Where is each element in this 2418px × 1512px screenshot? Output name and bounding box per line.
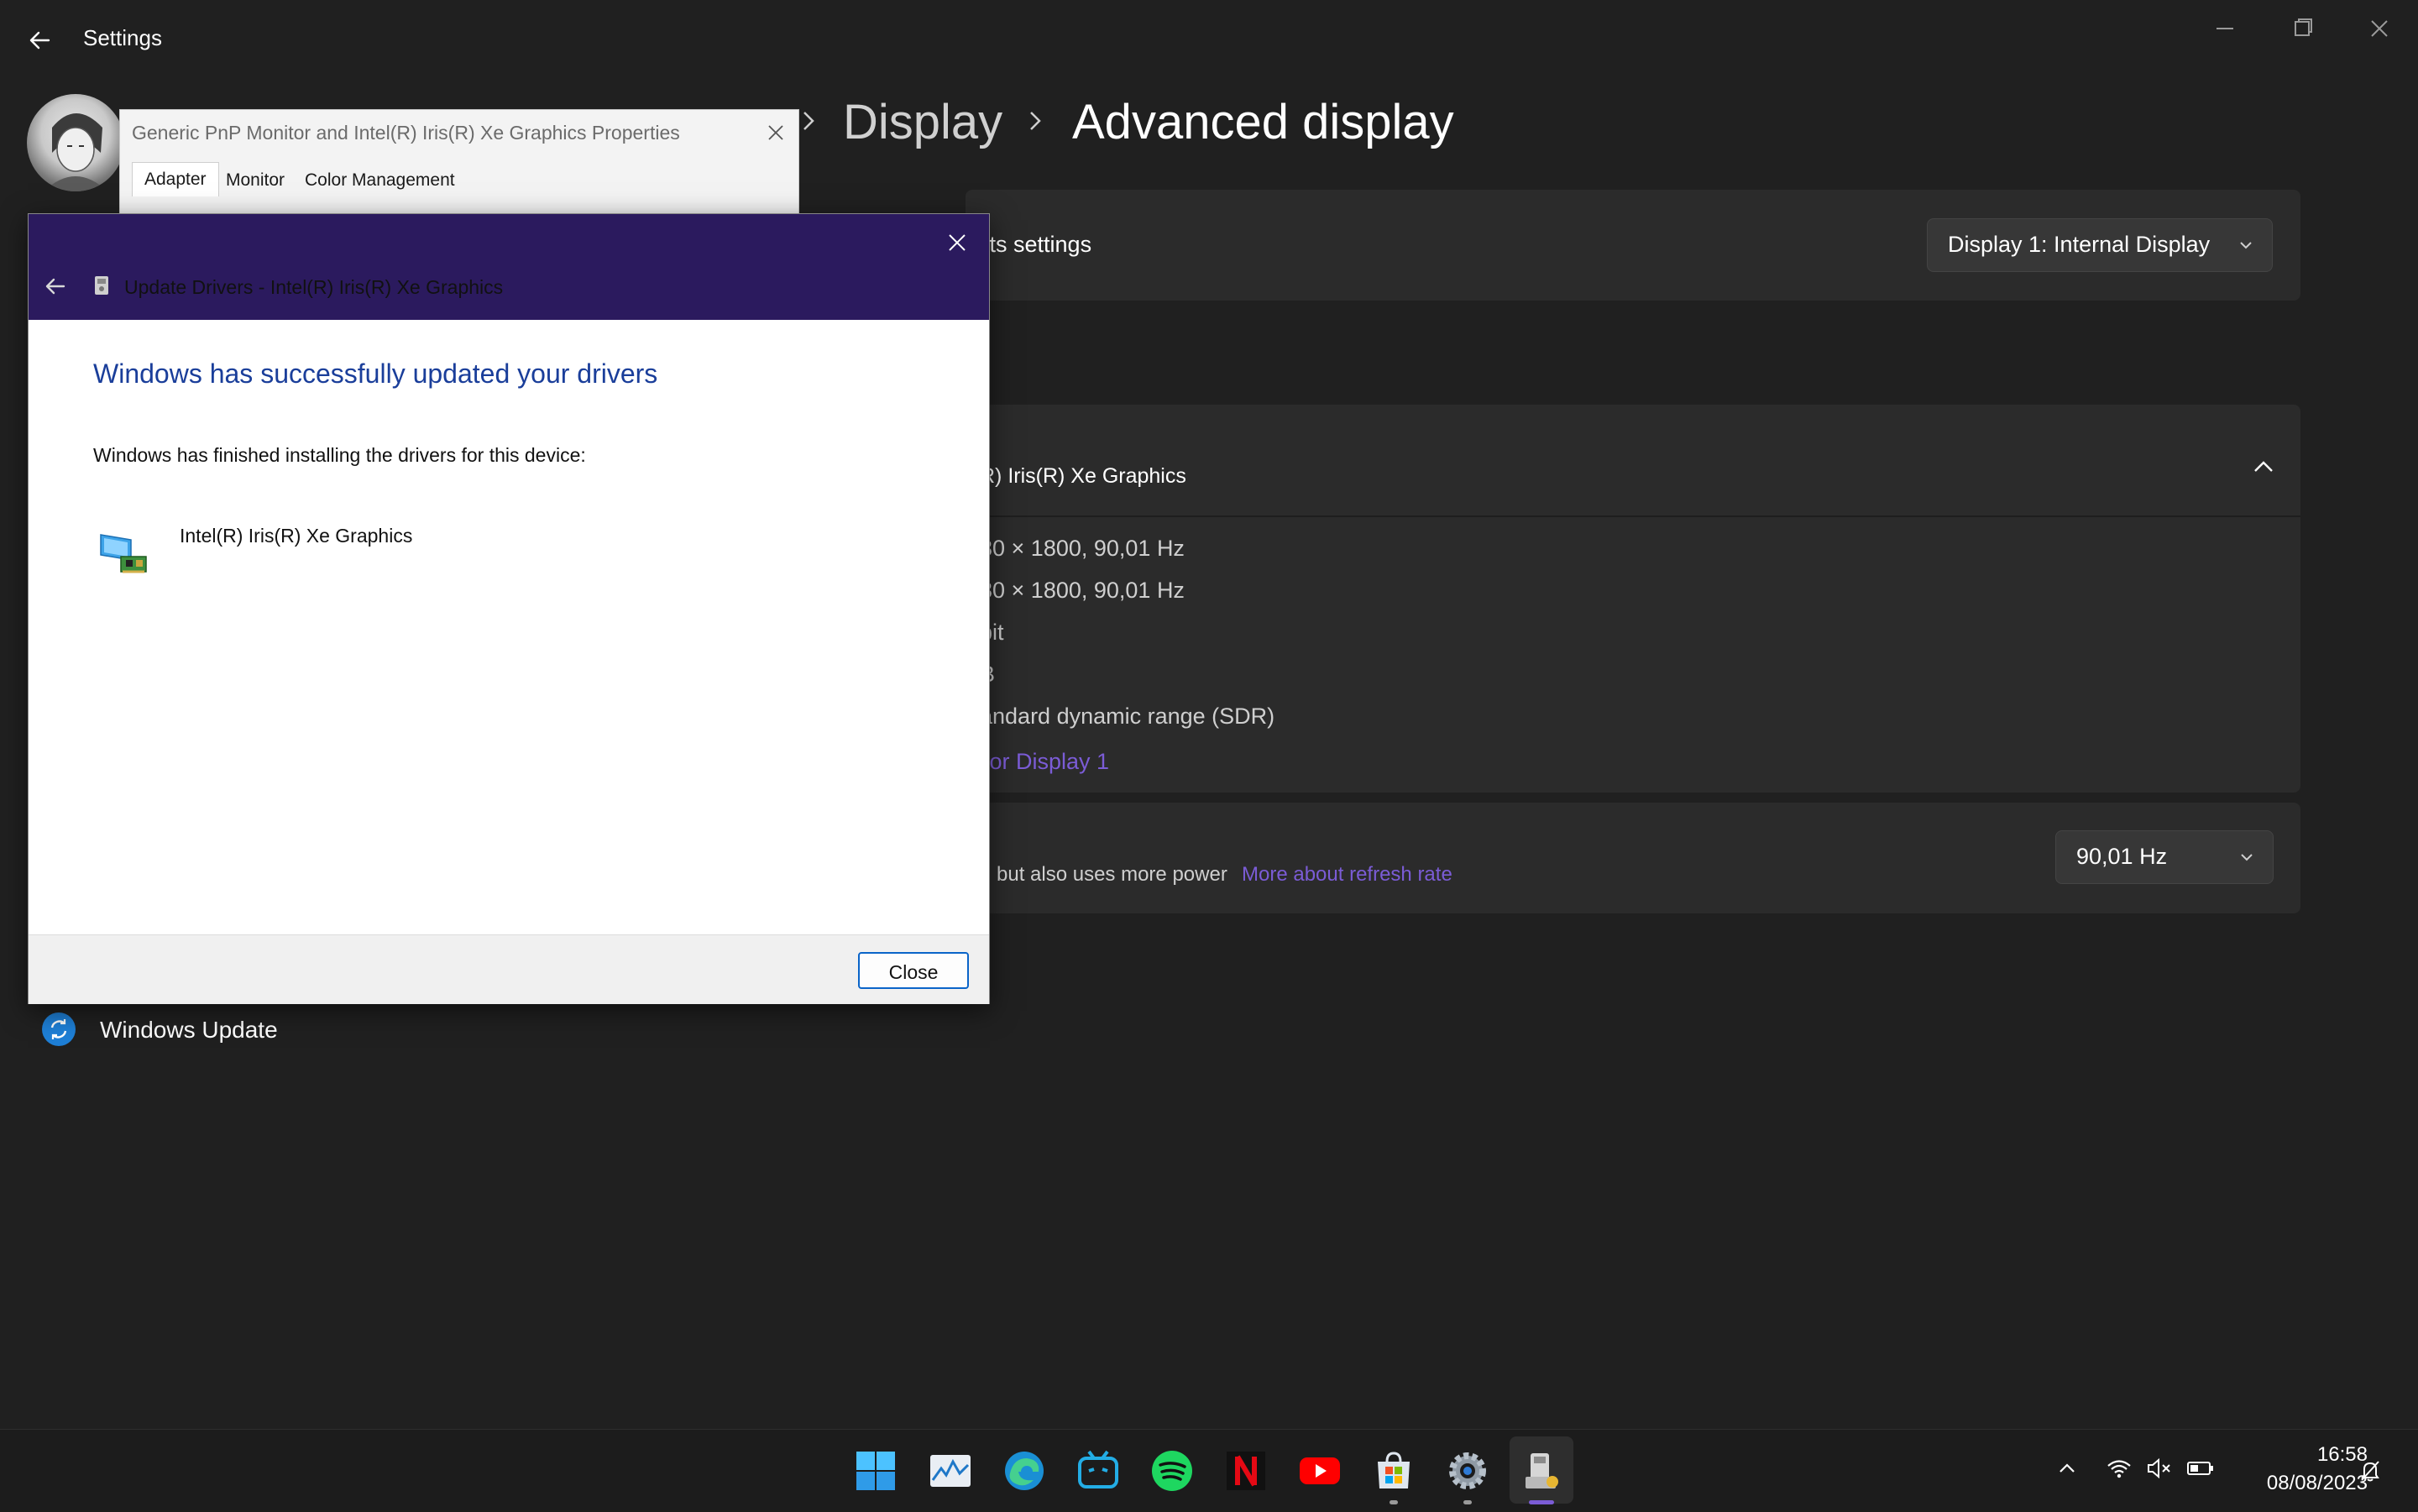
dialog-title: Update Drivers - Intel(R) Iris(R) Xe Gra… bbox=[124, 276, 504, 298]
divider bbox=[966, 515, 2300, 517]
close-icon[interactable] bbox=[939, 224, 976, 261]
display-adapter-icon bbox=[97, 525, 151, 578]
refresh-rate-description: but also uses more power bbox=[997, 863, 1227, 886]
breadcrumb-chevron-icon bbox=[1026, 104, 1046, 138]
refresh-rate-dropdown[interactable]: 90,01 Hz bbox=[2055, 830, 2274, 884]
color-space-value: andard dynamic range (SDR) bbox=[980, 704, 1275, 729]
bilibili-icon[interactable] bbox=[1076, 1448, 1121, 1494]
dialog-footer: Close bbox=[29, 934, 989, 1004]
spotify-icon[interactable] bbox=[1149, 1448, 1195, 1494]
taskbar: 16:58 08/08/2023 bbox=[0, 1429, 2418, 1512]
back-arrow-icon[interactable] bbox=[39, 269, 72, 303]
back-arrow-icon[interactable] bbox=[24, 24, 57, 57]
tab-monitor[interactable]: Monitor bbox=[226, 170, 285, 191]
clock-time[interactable]: 16:58 bbox=[2275, 1443, 2368, 1467]
volume-muted-icon[interactable] bbox=[2146, 1457, 2173, 1480]
restore-button[interactable] bbox=[2277, 12, 2327, 45]
running-indicator bbox=[1463, 1500, 1472, 1504]
display-select-dropdown[interactable]: Display 1: Internal Display bbox=[1927, 218, 2273, 272]
more-about-refresh-rate-link[interactable]: More about refresh rate bbox=[1242, 863, 1452, 887]
user-avatar bbox=[27, 94, 124, 191]
tab-color-management[interactable]: Color Management bbox=[305, 170, 455, 191]
chevron-down-icon bbox=[2239, 850, 2254, 865]
display-information-header[interactable] bbox=[966, 405, 2300, 515]
active-signal-mode-value: 30 × 1800, 90,01 Hz bbox=[980, 578, 1185, 603]
dialog-header: Update Drivers - Intel(R) Iris(R) Xe Gra… bbox=[29, 214, 989, 320]
app-title: Settings bbox=[83, 25, 162, 50]
update-drivers-dialog: Update Drivers - Intel(R) Iris(R) Xe Gra… bbox=[28, 213, 990, 1004]
windows-update-icon bbox=[42, 1012, 76, 1046]
settings-icon[interactable] bbox=[1445, 1448, 1490, 1494]
notification-bell-icon[interactable] bbox=[2358, 1458, 2383, 1483]
finished-message: Windows has finished installing the driv… bbox=[93, 444, 586, 466]
running-indicator bbox=[1390, 1500, 1398, 1504]
refresh-rate-value: 90,01 Hz bbox=[2076, 844, 2168, 869]
close-icon[interactable] bbox=[765, 122, 787, 144]
chevron-up-icon[interactable] bbox=[2247, 450, 2280, 484]
device-manager-icon bbox=[92, 275, 111, 296]
active-indicator bbox=[1529, 1500, 1554, 1504]
desktop-mode-value: 30 × 1800, 90,01 Hz bbox=[980, 536, 1185, 561]
youtube-icon[interactable] bbox=[1297, 1448, 1342, 1494]
close-button[interactable]: Close bbox=[858, 952, 969, 989]
success-headline: Windows has successfully updated your dr… bbox=[93, 358, 658, 389]
microsoft-store-icon[interactable] bbox=[1371, 1448, 1416, 1494]
start-icon[interactable] bbox=[853, 1448, 898, 1494]
breadcrumb-display[interactable]: Display bbox=[843, 94, 1002, 150]
page-title: Advanced display bbox=[1072, 95, 1454, 149]
task-manager-icon[interactable] bbox=[928, 1448, 973, 1494]
edge-icon[interactable] bbox=[1002, 1448, 1047, 1494]
properties-window-title: Generic PnP Monitor and Intel(R) Iris(R)… bbox=[132, 122, 680, 144]
chevron-up-icon[interactable] bbox=[2055, 1457, 2079, 1480]
properties-window: Generic PnP Monitor and Intel(R) Iris(R)… bbox=[119, 109, 799, 218]
chevron-down-icon bbox=[2238, 238, 2253, 253]
display-select-value: Display 1: Internal Display bbox=[1948, 232, 2211, 257]
settings-titlebar bbox=[0, 0, 2418, 81]
close-window-button[interactable] bbox=[2354, 12, 2405, 45]
device-name: Intel(R) Iris(R) Xe Graphics bbox=[180, 525, 413, 547]
device-manager-icon[interactable] bbox=[1519, 1448, 1564, 1494]
graphics-adapter-name: R) Iris(R) Xe Graphics bbox=[980, 464, 1186, 488]
battery-icon[interactable] bbox=[2186, 1457, 2215, 1480]
minimize-button[interactable] bbox=[2200, 12, 2250, 45]
clock-date[interactable]: 08/08/2023 bbox=[2233, 1472, 2368, 1495]
breadcrumb-chevron-icon bbox=[799, 104, 819, 138]
sidebar-item-windows-update[interactable]: Windows Update bbox=[100, 1017, 278, 1044]
tab-adapter[interactable]: Adapter bbox=[132, 162, 219, 196]
netflix-icon[interactable] bbox=[1223, 1448, 1269, 1494]
wifi-icon[interactable] bbox=[2106, 1457, 2133, 1480]
